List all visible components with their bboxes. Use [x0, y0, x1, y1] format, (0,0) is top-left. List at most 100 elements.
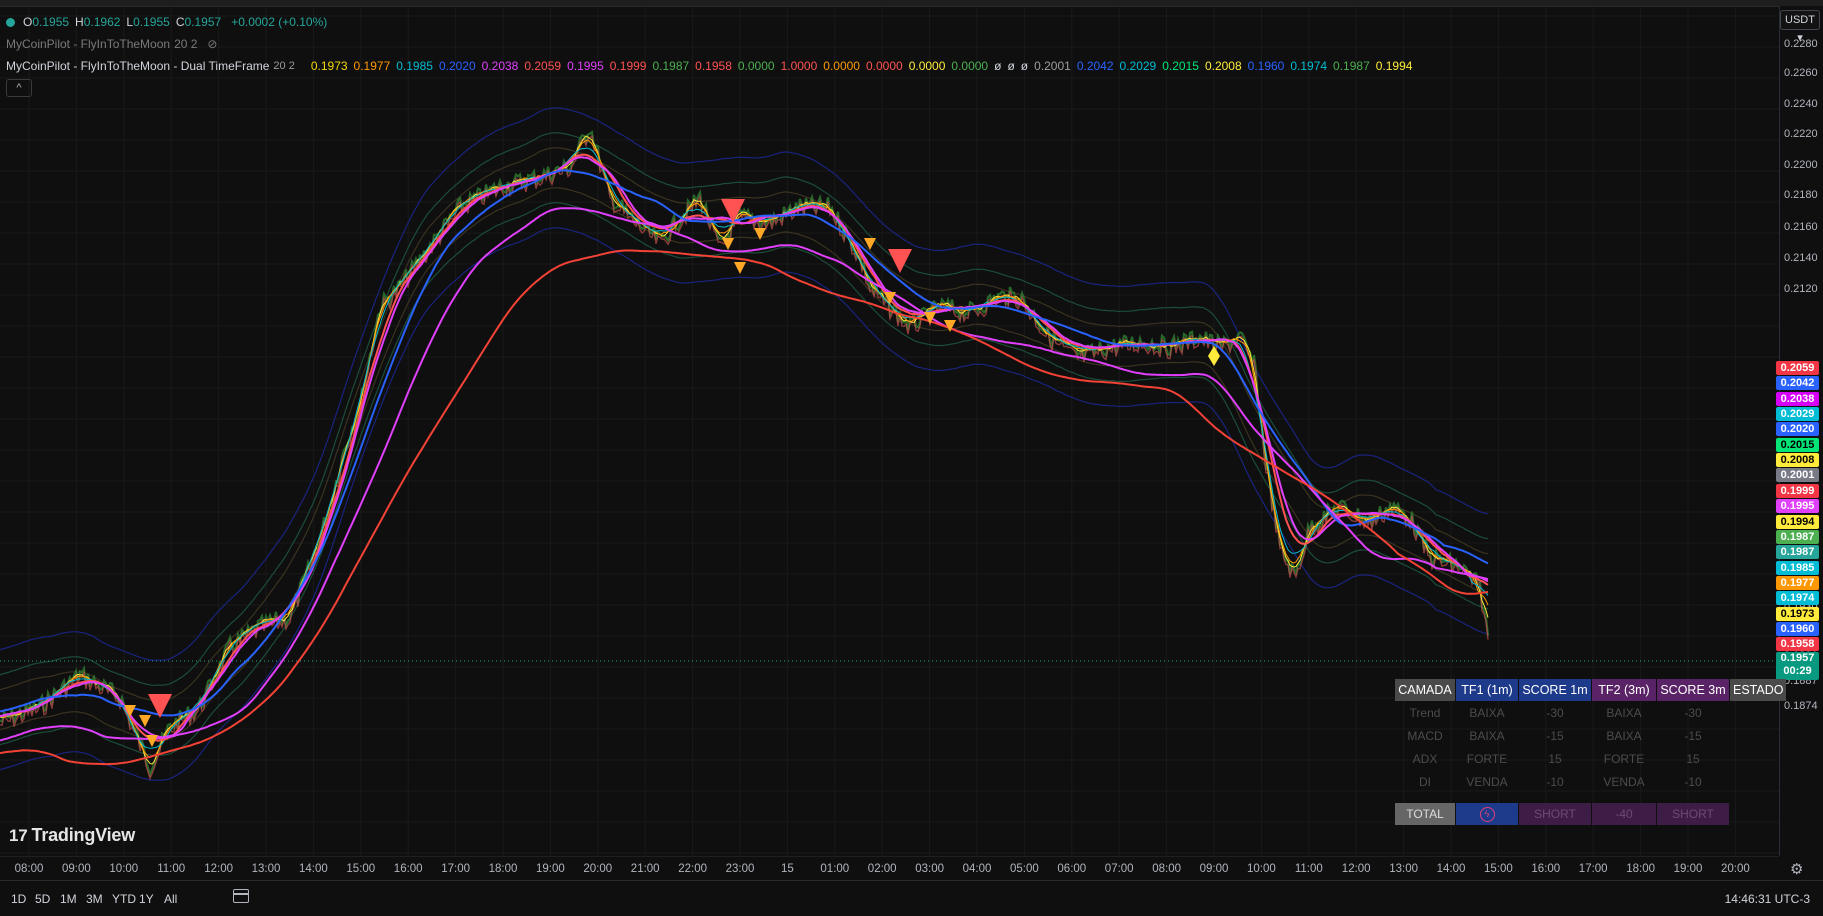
- indicator-value: 0.1987: [652, 59, 690, 73]
- table-cell: ADX: [1412, 752, 1438, 766]
- table-row: Trend BAIXA -30 BAIXA -30: [1395, 702, 1786, 724]
- price-tick-label: 0.2260: [1784, 67, 1818, 79]
- table-cell: VENDA: [1603, 775, 1645, 789]
- score-table-header: CAMADA TF1 (1m) SCORE 1m TF2 (3m) SCORE 3m ES…: [1395, 679, 1787, 701]
- indicator-price-tag: 0.2020: [1776, 422, 1819, 437]
- indicator-value: 0.2020: [438, 59, 476, 73]
- indicator-value: 0.2001: [1034, 59, 1071, 73]
- indicator-value: ø: [994, 59, 1002, 73]
- table-header-cell: TF1 (1m): [1456, 679, 1518, 701]
- time-tick-label: 08:00: [1152, 863, 1181, 875]
- indicator-price-tag: 0.1960: [1776, 621, 1819, 636]
- indicator-value: 0.1974: [1290, 59, 1328, 73]
- total-cell: TOTAL: [1395, 803, 1455, 825]
- indicator-values: 0.1973 0.1977 0.1985 0.2020 0.2038 0.2059 0.19…: [305, 57, 1413, 75]
- time-tick-label: 21:00: [630, 863, 660, 875]
- time-tick-label: 18:00: [1626, 863, 1655, 875]
- time-tick-label: 12:00: [204, 863, 233, 875]
- table-header-cell: ESTADO: [1730, 679, 1787, 701]
- table-cell: -30: [1546, 706, 1564, 720]
- indicator-price-tag: 0.2015: [1776, 437, 1819, 452]
- currency-selector[interactable]: USDT ▾: [1780, 10, 1820, 44]
- table-cell: 15: [1686, 752, 1700, 766]
- price-tick-label: 0.2200: [1784, 159, 1818, 171]
- indicator-value: 1.0000: [780, 59, 818, 73]
- indicator-price-tag: 0.2001: [1776, 468, 1819, 483]
- range-button-1y[interactable]: 1Y: [139, 892, 154, 906]
- clock[interactable]: 14:46:31 UTC-3: [1725, 892, 1810, 906]
- table-row: ADX FORTE 15 FORTE 15: [1395, 748, 1786, 770]
- table-cell: -15: [1684, 729, 1702, 743]
- time-tick-label: 02:00: [867, 863, 897, 875]
- eye-off-icon[interactable]: ⊘: [207, 35, 217, 53]
- range-button-ytd[interactable]: YTD: [112, 892, 136, 906]
- price-tick-label: 0.2180: [1784, 189, 1818, 201]
- range-button-1m[interactable]: 1M: [60, 892, 77, 906]
- indicator-row-main[interactable]: MyCoinPilot - FlyInToTheMoon - Dual Time…: [6, 55, 1412, 77]
- signal-marker: [734, 262, 746, 274]
- indicator-value: 0.0000: [737, 59, 775, 73]
- gear-icon[interactable]: ⚙: [1790, 860, 1803, 878]
- time-tick-label: 19:00: [1673, 863, 1703, 875]
- total-cell: SHORT: [1519, 803, 1591, 825]
- table-cell: -10: [1546, 775, 1564, 789]
- time-tick-label: 20:00: [1721, 863, 1750, 875]
- price-tick-label: 0.1874: [1784, 700, 1818, 712]
- indicator-row-hidden[interactable]: MyCoinPilot - FlyInToTheMoon 20 2 ⊘: [6, 33, 1412, 55]
- time-tick-label: 11:00: [1294, 863, 1323, 875]
- table-cell: BAIXA: [1606, 706, 1642, 720]
- indicator-price-tag: 0.1985: [1776, 560, 1819, 575]
- flash-icon: ϟ: [1479, 807, 1495, 822]
- indicator-value: 0.2038: [481, 59, 519, 73]
- table-cell: [1730, 748, 1786, 770]
- price-tick-label: 0.2120: [1784, 283, 1818, 295]
- time-tick-label: 19:00: [536, 863, 565, 875]
- table-spacer-row: [1395, 794, 1786, 802]
- time-axis[interactable]: 08:00 09:00 10:00 11:00 12:00 13:00 14:00 15:00…: [0, 856, 1779, 881]
- time-tick-label: 23:00: [725, 863, 755, 875]
- price-tick-label: 0.2140: [1784, 252, 1818, 264]
- bar-countdown: 00:29: [1783, 665, 1812, 677]
- table-header-cell: SCORE 3m: [1657, 679, 1729, 701]
- ohlc-row: O0.1955 H0.1962 L0.1955 C0.1957 +0.0002 (+0…: [6, 11, 1412, 33]
- table-cell: FORTE: [1603, 752, 1645, 766]
- range-button-all[interactable]: All: [164, 892, 177, 906]
- time-tick-label: 11:00: [157, 863, 186, 875]
- ohlc-value: 0.1955: [133, 15, 170, 29]
- total-cell: -40: [1592, 803, 1656, 825]
- time-tick-label: 09:00: [1199, 863, 1229, 875]
- ohlc-values: O0.1955 H0.1962 L0.1955 C0.1957: [23, 13, 227, 31]
- range-button-5d[interactable]: 5D: [35, 892, 50, 906]
- time-tick-label: 13:00: [1389, 863, 1418, 875]
- price-tick-label: 0.2160: [1784, 221, 1818, 233]
- time-tick-label: 06:00: [1057, 863, 1087, 875]
- indicator-value: ø: [1007, 59, 1015, 73]
- time-tick-label: 03:00: [915, 863, 944, 875]
- range-button-3m[interactable]: 3M: [86, 892, 103, 906]
- table-cell: MACD: [1407, 729, 1443, 743]
- time-tick-label: 15:00: [346, 863, 376, 875]
- signal-marker: [864, 238, 876, 250]
- indicator-price-tag: 0.1994: [1776, 514, 1819, 529]
- indicator-price-tag: 0.1987: [1776, 529, 1819, 544]
- calendar-icon[interactable]: [233, 889, 249, 903]
- indicator-params: 20 2: [174, 37, 198, 51]
- table-header-cell: CAMADA: [1395, 679, 1455, 701]
- table-cell: DI: [1419, 775, 1431, 789]
- collapse-legend-button[interactable]: ^: [6, 79, 32, 97]
- time-tick-label: 04:00: [962, 863, 992, 875]
- time-tick-label: 12:00: [1341, 863, 1371, 875]
- table-cell: 15: [1548, 752, 1562, 766]
- time-tick-label: 01:00: [820, 863, 850, 875]
- indicator-value: 0.2029: [1119, 59, 1157, 73]
- indicator-value: 0.2042: [1076, 59, 1114, 73]
- table-cell: [1730, 725, 1786, 747]
- time-tick-label: 14:00: [1436, 863, 1466, 875]
- range-button-1d[interactable]: 1D: [11, 892, 26, 906]
- indicator-price-tag: 0.2029: [1776, 407, 1819, 422]
- time-tick-label: 18:00: [488, 863, 518, 875]
- indicator-price-tag: 0.1977: [1776, 575, 1819, 590]
- tradingview-logo[interactable]: 17 TradingView: [9, 825, 135, 846]
- signal-marker: [1208, 346, 1220, 366]
- time-tick-label: 16:00: [393, 863, 423, 875]
